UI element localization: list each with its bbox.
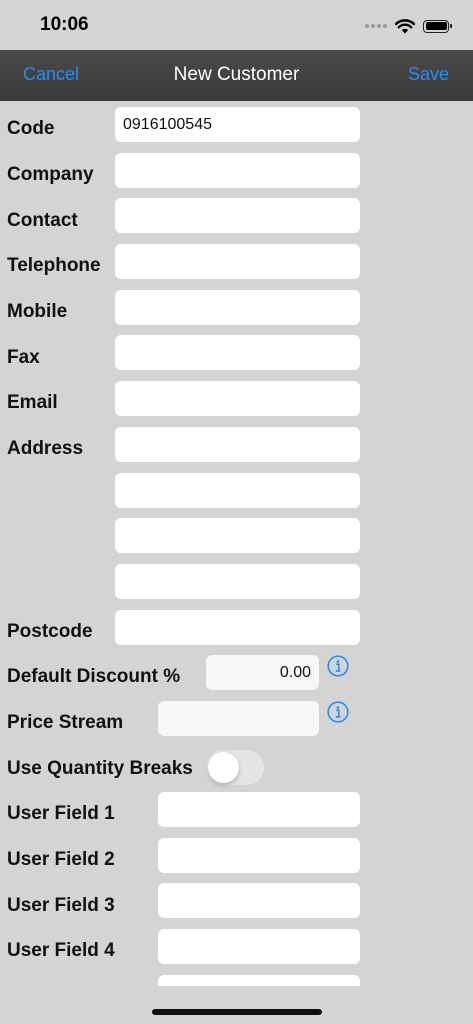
code-label: Code: [7, 118, 55, 139]
mobile-field[interactable]: [115, 290, 360, 325]
user-field-4-label: User Field 4: [7, 940, 115, 961]
use-quantity-breaks-label: Use Quantity Breaks: [7, 758, 193, 779]
mobile-label: Mobile: [7, 301, 68, 322]
telephone-row: Telephone: [0, 243, 473, 289]
postcode-row: Postcode: [0, 609, 473, 655]
fax-field[interactable]: [115, 335, 360, 370]
fax-label: Fax: [7, 347, 40, 368]
default-discount-field[interactable]: [206, 655, 319, 690]
toggle-knob: [208, 752, 239, 783]
use-quantity-breaks-toggle[interactable]: [206, 750, 264, 785]
price-stream-label: Price Stream: [7, 712, 124, 733]
status-icons: [365, 16, 452, 36]
contact-field[interactable]: [115, 198, 360, 233]
address-label: Address: [7, 438, 84, 459]
status-time: 10:06: [40, 14, 89, 35]
fax-row: Fax: [0, 335, 473, 381]
customer-form: Code Company Contact Telephone Mobile Fa…: [0, 101, 473, 986]
battery-icon: [423, 19, 452, 33]
user-field-4-input[interactable]: [158, 929, 360, 964]
code-field[interactable]: [115, 107, 360, 142]
user-field-4-row: User Field 4: [0, 928, 473, 974]
user-field-5-input[interactable]: [158, 975, 360, 986]
telephone-label: Telephone: [7, 255, 101, 276]
user-field-3-label: User Field 3: [7, 895, 115, 916]
contact-row: Contact: [0, 198, 473, 244]
contact-label: Contact: [7, 210, 78, 231]
address-line-2-field[interactable]: [115, 473, 360, 508]
price-stream-row: Price Stream: [0, 700, 473, 746]
screen: 10:06 Cancel New Customer Save Code 0916…: [0, 0, 473, 1024]
email-field[interactable]: [115, 381, 360, 416]
price-stream-field[interactable]: [158, 701, 319, 736]
user-field-1-row: User Field 1: [0, 791, 473, 837]
page-title: New Customer: [173, 64, 300, 85]
code-row: Code: [0, 106, 473, 152]
address-line-4-field[interactable]: [115, 564, 360, 599]
user-field-1-input[interactable]: [158, 792, 360, 827]
use-quantity-breaks-row: Use Quantity Breaks: [0, 746, 473, 792]
telephone-field[interactable]: [115, 244, 360, 279]
postcode-label: Postcode: [7, 621, 93, 642]
default-discount-label: Default Discount %: [7, 666, 181, 687]
email-row: Email: [0, 380, 473, 426]
navigation-bar: Cancel New Customer Save: [0, 50, 473, 101]
company-label: Company: [7, 164, 94, 185]
status-bar: 10:06: [0, 0, 473, 50]
user-field-3-row: User Field 3: [0, 883, 473, 929]
user-field-2-input[interactable]: [158, 838, 360, 873]
user-field-1-label: User Field 1: [7, 803, 115, 824]
save-button[interactable]: Save: [408, 64, 449, 85]
info-circle-icon[interactable]: [327, 655, 349, 677]
user-field-2-row: User Field 2: [0, 837, 473, 883]
address-line-1-field[interactable]: [115, 427, 360, 462]
user-field-3-input[interactable]: [158, 883, 360, 918]
default-discount-row: Default Discount %: [0, 654, 473, 700]
home-indicator[interactable]: [152, 1009, 322, 1015]
address-line-3-field[interactable]: [115, 518, 360, 553]
company-row: Company: [0, 152, 473, 198]
user-field-5-row: [0, 974, 473, 986]
company-field[interactable]: [115, 153, 360, 188]
cellular-signal-icon: [365, 24, 387, 28]
user-field-2-label: User Field 2: [7, 849, 115, 870]
email-label: Email: [7, 392, 58, 413]
postcode-field[interactable]: [115, 610, 360, 645]
mobile-row: Mobile: [0, 289, 473, 335]
address-row: Address: [0, 426, 473, 606]
wifi-icon: [395, 18, 415, 33]
info-circle-icon[interactable]: [327, 701, 349, 723]
